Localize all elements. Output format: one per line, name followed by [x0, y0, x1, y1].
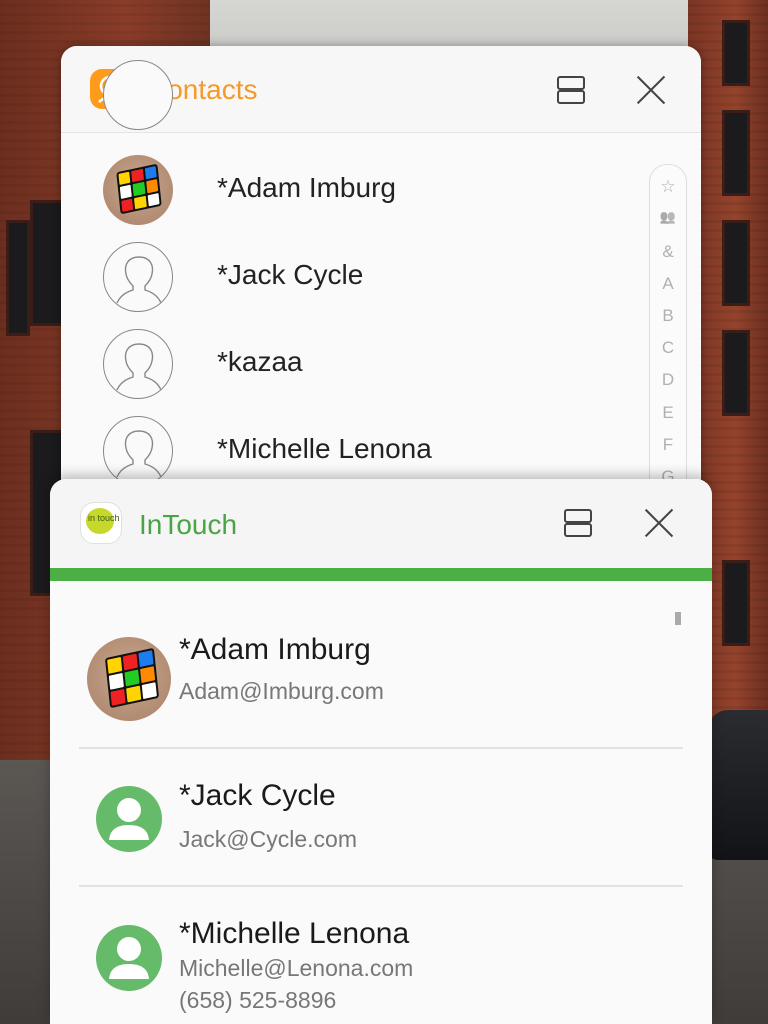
contacts-window: Contacts *Adam Imburg *Jack Cycle *kazaa…	[61, 46, 701, 496]
contact-email: Michelle@Lenona.com	[179, 955, 414, 981]
index-letter[interactable]: B	[650, 306, 686, 326]
building-window	[722, 220, 750, 306]
default-person-icon	[103, 242, 173, 312]
alphabet-index-scroller[interactable]: ☆ 👥 & A B C D E F G	[649, 164, 687, 496]
list-item[interactable]: *Adam Imburg	[61, 147, 661, 234]
index-letter[interactable]: E	[650, 403, 686, 423]
index-groups-icon[interactable]: 👥	[650, 209, 686, 225]
contact-phone: (658) 525-8896	[179, 987, 337, 1013]
parked-car	[708, 710, 768, 860]
contact-name: *Michelle Lenona	[217, 433, 432, 464]
index-letter[interactable]: F	[650, 435, 686, 455]
split-screen-icon	[564, 509, 592, 537]
default-person-icon	[103, 329, 173, 399]
list-item[interactable]: *Michelle Lenona Michelle@Lenona.com (65…	[50, 887, 712, 1024]
contact-name: *Michelle Lenona	[179, 917, 410, 950]
index-letter[interactable]: &	[650, 242, 686, 262]
building-window	[722, 560, 750, 646]
contact-name: *Jack Cycle	[217, 259, 364, 290]
intouch-title: InTouch	[139, 509, 238, 540]
contact-email: Jack@Cycle.com	[179, 826, 357, 852]
contact-name: *Jack Cycle	[179, 779, 336, 812]
close-button[interactable]	[637, 501, 681, 545]
list-item[interactable]: *Jack Cycle Jack@Cycle.com	[50, 749, 712, 886]
photo-rubiks-cube	[87, 637, 171, 721]
default-person-icon	[103, 60, 173, 130]
list-item[interactable]: *Adam Imburg Adam@Imburg.com	[50, 599, 712, 749]
building-window	[722, 330, 750, 416]
building-window	[722, 110, 750, 196]
green-person-icon	[96, 786, 162, 852]
intouch-header: in touch InTouch	[50, 479, 712, 568]
photo-rubiks-cube	[103, 155, 173, 225]
intouch-accent-bar	[50, 568, 712, 581]
contact-email: Adam@Imburg.com	[179, 678, 384, 704]
intouch-icon-label: in touch	[88, 513, 120, 523]
list-item[interactable]	[61, 52, 661, 139]
contact-name: *kazaa	[217, 346, 303, 377]
intouch-app-icon: in touch	[80, 502, 122, 544]
index-letter[interactable]: D	[650, 370, 686, 390]
index-letter[interactable]: A	[650, 274, 686, 294]
close-icon	[644, 508, 674, 538]
index-favorites-star-icon[interactable]: ☆	[650, 177, 686, 197]
list-item[interactable]: *Jack Cycle	[61, 234, 661, 321]
split-screen-button[interactable]	[556, 501, 600, 545]
building-window	[722, 20, 750, 86]
default-person-icon	[103, 416, 173, 486]
contact-name: *Adam Imburg	[179, 633, 371, 666]
index-letter[interactable]: C	[650, 338, 686, 358]
intouch-window: in touch InTouch *Adam Imburg Adam@Imbur…	[50, 479, 712, 1024]
list-item[interactable]: *kazaa	[61, 321, 661, 408]
contact-name: *Adam Imburg	[217, 172, 396, 203]
green-person-icon	[96, 925, 162, 991]
building-window	[6, 220, 30, 336]
